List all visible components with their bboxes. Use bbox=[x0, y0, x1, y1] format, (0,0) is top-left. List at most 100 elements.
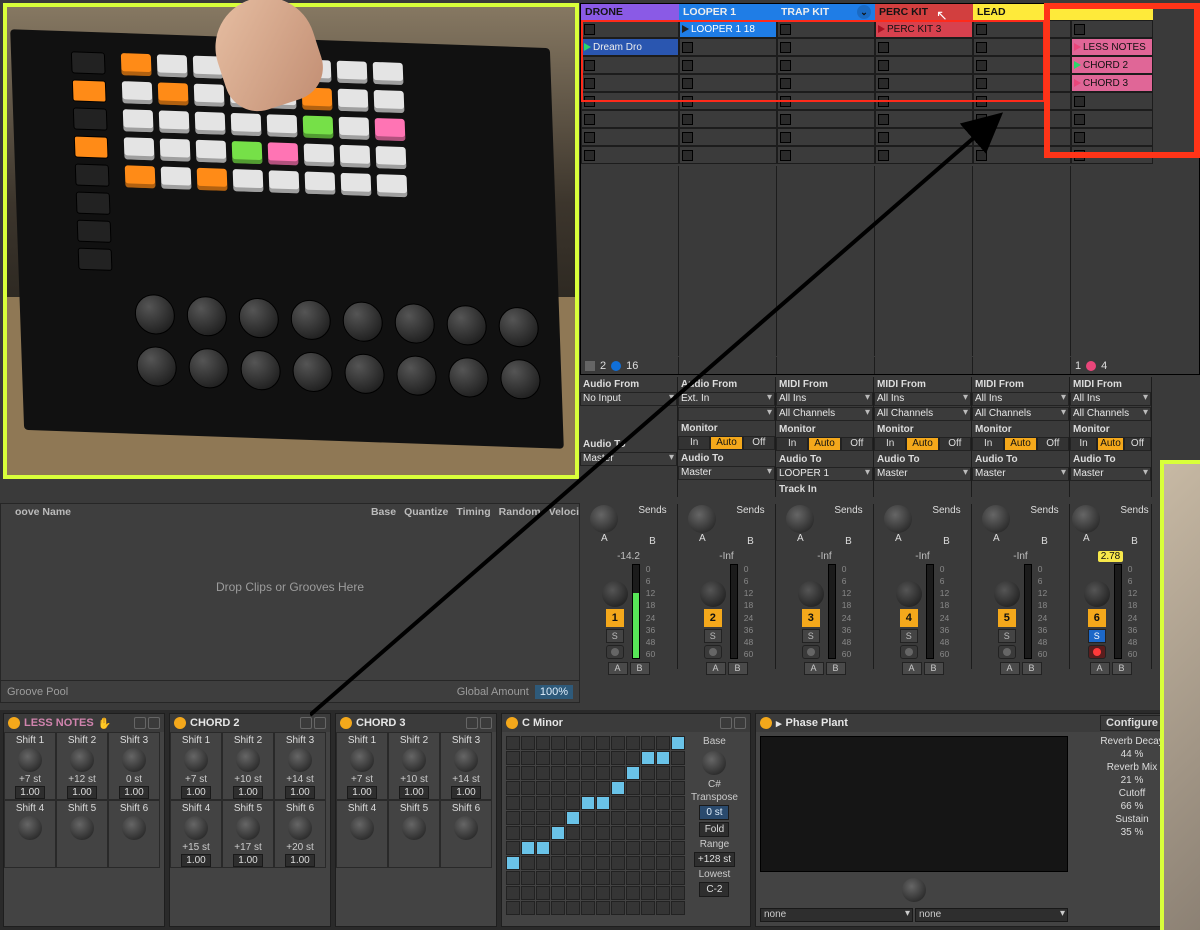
scale-cell[interactable] bbox=[626, 826, 640, 840]
send-knob[interactable] bbox=[688, 505, 716, 533]
configure-button[interactable]: Configure bbox=[1100, 715, 1164, 731]
shift-knob[interactable] bbox=[454, 816, 478, 840]
clip-slot[interactable] bbox=[679, 92, 777, 110]
scale-cell[interactable] bbox=[521, 811, 535, 825]
pan-knob[interactable] bbox=[994, 581, 1020, 607]
arm-button[interactable] bbox=[606, 645, 624, 659]
scale-cell[interactable] bbox=[566, 826, 580, 840]
fold-icon[interactable] bbox=[466, 717, 478, 729]
scale-cell[interactable] bbox=[536, 751, 550, 765]
scale-cell[interactable] bbox=[596, 766, 610, 780]
channel-select[interactable]: All Channels bbox=[972, 407, 1069, 421]
device-title[interactable]: ▸ Phase Plant Configure bbox=[756, 714, 1196, 732]
scale-cell[interactable] bbox=[551, 766, 565, 780]
scale-cell[interactable] bbox=[581, 886, 595, 900]
play-icon[interactable] bbox=[584, 43, 591, 51]
midi-from-select[interactable]: All Ins bbox=[972, 392, 1069, 406]
param-select[interactable]: none bbox=[915, 908, 1068, 922]
scale-cell[interactable] bbox=[596, 751, 610, 765]
scale-cell[interactable] bbox=[521, 841, 535, 855]
scale-cell[interactable] bbox=[551, 796, 565, 810]
scale-cell[interactable] bbox=[611, 901, 625, 915]
clip-slot[interactable] bbox=[679, 128, 777, 146]
shift-amount[interactable]: 1.00 bbox=[285, 786, 315, 799]
scale-cell[interactable] bbox=[551, 781, 565, 795]
shift-knob[interactable] bbox=[122, 748, 146, 772]
scale-cell[interactable] bbox=[506, 781, 520, 795]
shift-amount[interactable]: 1.00 bbox=[285, 854, 315, 867]
scale-cell[interactable] bbox=[656, 826, 670, 840]
clip-slot[interactable] bbox=[581, 128, 679, 146]
scale-cell[interactable] bbox=[536, 856, 550, 870]
device-title[interactable]: CHORD 3 bbox=[336, 714, 496, 732]
scale-cell[interactable] bbox=[566, 886, 580, 900]
crossfade-assign[interactable]: AB bbox=[706, 662, 748, 675]
scale-cell[interactable] bbox=[551, 841, 565, 855]
scale-cell[interactable] bbox=[671, 841, 685, 855]
scale-cell[interactable] bbox=[581, 811, 595, 825]
scale-cell[interactable] bbox=[536, 826, 550, 840]
scale-cell[interactable] bbox=[506, 811, 520, 825]
scale-cell[interactable] bbox=[611, 781, 625, 795]
volume-value[interactable]: -Inf bbox=[915, 551, 929, 562]
lowest-value[interactable]: C-2 bbox=[699, 882, 729, 897]
scale-cell[interactable] bbox=[611, 736, 625, 750]
scale-cell[interactable] bbox=[536, 871, 550, 885]
scale-cell[interactable] bbox=[506, 826, 520, 840]
clip-slot[interactable] bbox=[679, 110, 777, 128]
scale-cell[interactable] bbox=[581, 841, 595, 855]
shift-amount[interactable]: 1.00 bbox=[119, 786, 149, 799]
scale-cell[interactable] bbox=[656, 796, 670, 810]
track-status[interactable]: 216 bbox=[581, 357, 679, 374]
audio-to-select[interactable]: Master bbox=[678, 466, 775, 480]
send-knob[interactable] bbox=[786, 505, 814, 533]
scale-cell[interactable] bbox=[641, 871, 655, 885]
scale-cell[interactable] bbox=[596, 736, 610, 750]
scale-cell[interactable] bbox=[566, 901, 580, 915]
shift-amount[interactable]: 1.00 bbox=[347, 786, 377, 799]
scale-cell[interactable] bbox=[626, 886, 640, 900]
scale-cell[interactable] bbox=[611, 871, 625, 885]
scale-cell[interactable] bbox=[566, 871, 580, 885]
clip-chord3[interactable]: CHORD 3 bbox=[1071, 74, 1153, 92]
audio-to-select[interactable]: Master bbox=[580, 452, 677, 466]
track-activator[interactable]: 3 bbox=[802, 609, 820, 627]
shift-knob[interactable] bbox=[350, 816, 374, 840]
scale-cell[interactable] bbox=[626, 811, 640, 825]
scale-cell[interactable] bbox=[656, 751, 670, 765]
solo-button[interactable]: S bbox=[704, 629, 722, 643]
scale-cell[interactable] bbox=[581, 796, 595, 810]
global-amount-value[interactable]: 100% bbox=[535, 685, 573, 699]
midi-from-select[interactable]: All Ins bbox=[1070, 392, 1151, 406]
scale-cell[interactable] bbox=[581, 901, 595, 915]
shift-amount[interactable]: 1.00 bbox=[181, 786, 211, 799]
play-icon[interactable] bbox=[1074, 79, 1081, 87]
cutoff-value[interactable]: 66 % bbox=[1105, 801, 1159, 812]
clip-slot[interactable] bbox=[875, 74, 973, 92]
scale-cell[interactable] bbox=[626, 856, 640, 870]
device-menu-icon[interactable] bbox=[148, 717, 160, 729]
device-on-icon[interactable] bbox=[340, 717, 352, 729]
scale-cell[interactable] bbox=[506, 736, 520, 750]
crossfade-assign[interactable]: AB bbox=[1000, 662, 1042, 675]
shift-knob[interactable] bbox=[402, 816, 426, 840]
scale-grid[interactable] bbox=[506, 736, 685, 922]
scale-cell[interactable] bbox=[656, 736, 670, 750]
scale-cell[interactable] bbox=[506, 796, 520, 810]
scale-cell[interactable] bbox=[521, 736, 535, 750]
solo-button[interactable]: S bbox=[802, 629, 820, 643]
track-header-perckit[interactable]: PERC KIT bbox=[875, 4, 973, 20]
audio-to-select[interactable]: Master bbox=[1070, 467, 1151, 481]
scale-cell[interactable] bbox=[671, 751, 685, 765]
clip-slot[interactable] bbox=[875, 146, 973, 164]
scale-cell[interactable] bbox=[566, 751, 580, 765]
scale-cell[interactable] bbox=[551, 871, 565, 885]
scale-cell[interactable] bbox=[566, 811, 580, 825]
scale-cell[interactable] bbox=[551, 886, 565, 900]
scale-cell[interactable] bbox=[611, 886, 625, 900]
pan-knob[interactable] bbox=[700, 581, 726, 607]
monitor-toggle[interactable]: InAutoOff bbox=[776, 437, 873, 451]
audio-to-select[interactable]: LOOPER 1 bbox=[776, 467, 873, 481]
scale-cell[interactable] bbox=[551, 856, 565, 870]
shift-knob[interactable] bbox=[18, 748, 42, 772]
